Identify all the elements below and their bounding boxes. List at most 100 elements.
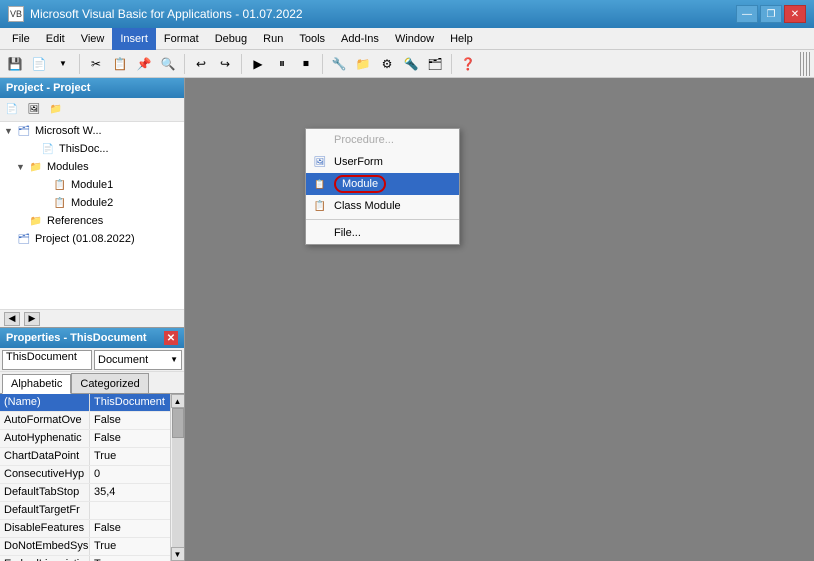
tree-label-references: References	[47, 215, 103, 227]
toolbar-run-btn[interactable]: ▶	[247, 53, 269, 75]
tree-item-project2[interactable]: 🗂 Project (01.08.2022)	[0, 230, 184, 248]
tree-item-thisdoc[interactable]: 📄 ThisDoc...	[0, 140, 184, 158]
properties-type-dropdown-arrow[interactable]: ▼	[170, 355, 178, 364]
toolbar-design-btn[interactable]: 🔧	[328, 53, 350, 75]
toolbar-props-btn[interactable]: ⚙	[376, 53, 398, 75]
toolbar-insert-btn[interactable]: 📄	[28, 53, 50, 75]
properties-close-button[interactable]: ✕	[164, 331, 178, 345]
menu-window[interactable]: Window	[387, 28, 442, 50]
menu-format[interactable]: Format	[156, 28, 207, 50]
props-row-defaulttarget[interactable]: DefaultTargetFr	[0, 502, 170, 520]
scrollbar-up-btn[interactable]: ▲	[171, 394, 185, 408]
menu-help[interactable]: Help	[442, 28, 481, 50]
insert-menu-file[interactable]: File...	[306, 222, 459, 244]
restore-button[interactable]: ❐	[760, 5, 782, 23]
project-panel: Project - Project 📄 🖼 📁 ▼ 🗂 Microsoft W.…	[0, 78, 184, 328]
insert-menu-userform[interactable]: 🖼 UserForm	[306, 151, 459, 173]
properties-object-selector: ThisDocument Document ▼	[0, 348, 184, 372]
toolbar-drop-btn[interactable]: ▼	[52, 53, 74, 75]
props-row-name[interactable]: (Name) ThisDocument	[0, 394, 170, 412]
toolbar-new-btn[interactable]: 💾	[4, 53, 26, 75]
props-row-defaulttab[interactable]: DefaultTabStop 35,4	[0, 484, 170, 502]
toolbar-find2-btn[interactable]: 🔦	[400, 53, 422, 75]
menu-run[interactable]: Run	[255, 28, 291, 50]
props-row-autoformat[interactable]: AutoFormatOve False	[0, 412, 170, 430]
tree-scroll-right[interactable]: ▶	[24, 312, 40, 326]
toolbar-pause-btn[interactable]: ⏸	[271, 53, 293, 75]
tab-alphabetic[interactable]: Alphabetic	[2, 374, 71, 394]
toolbar-paste-btn[interactable]: 📌	[133, 53, 155, 75]
toolbar-help-btn[interactable]: ❓	[457, 53, 479, 75]
properties-content: (Name) ThisDocument AutoFormatOve False …	[0, 394, 184, 561]
tree-item-module1[interactable]: 📋 Module1	[0, 176, 184, 194]
toolbar-undo-btn[interactable]: ↩	[190, 53, 212, 75]
menu-addins[interactable]: Add-Ins	[333, 28, 387, 50]
props-val-disablefeature: False	[90, 520, 170, 537]
scrollbar-track[interactable]	[172, 408, 184, 547]
tree-item-references[interactable]: 📁 References	[0, 212, 184, 230]
toolbar-sep2	[184, 54, 185, 74]
properties-scrollbar[interactable]: ▲ ▼	[170, 394, 184, 561]
main-area: Procedure... 🖼 UserForm 📋 Module 📋 Class…	[185, 78, 814, 561]
menu-insert[interactable]: Insert	[112, 28, 156, 50]
tree-icon-msword: 🗂	[16, 123, 32, 139]
props-row-chartdata[interactable]: ChartDataPoint True	[0, 448, 170, 466]
props-key-defaulttab: DefaultTabStop	[0, 484, 90, 501]
properties-rows: (Name) ThisDocument AutoFormatOve False …	[0, 394, 170, 561]
scrollbar-thumb[interactable]	[172, 408, 184, 438]
properties-tabs: Alphabetic Categorized	[0, 372, 184, 394]
toolbar-obj-btn[interactable]: 🗂	[424, 53, 446, 75]
menu-tools[interactable]: Tools	[291, 28, 333, 50]
properties-panel: Properties - ThisDocument ✕ ThisDocument…	[0, 328, 184, 561]
properties-object-name[interactable]: ThisDocument	[2, 350, 92, 370]
props-row-disablefeature[interactable]: DisableFeatures False	[0, 520, 170, 538]
props-row-autohyphen[interactable]: AutoHyphenatic False	[0, 430, 170, 448]
toolbar-find-btn[interactable]: 🔍	[157, 53, 179, 75]
props-key-autohyphen: AutoHyphenatic	[0, 430, 90, 447]
menu-file[interactable]: File	[4, 28, 38, 50]
insert-menu-classmodule[interactable]: 📋 Class Module	[306, 195, 459, 217]
tree-label-project2: Project (01.08.2022)	[35, 233, 135, 245]
toolbar-stop-btn[interactable]: ⏹	[295, 53, 317, 75]
tab-categorized[interactable]: Categorized	[71, 373, 148, 393]
title-bar: VB Microsoft Visual Basic for Applicatio…	[0, 0, 814, 28]
tree-label-msword: Microsoft W...	[35, 125, 102, 137]
menu-view[interactable]: View	[73, 28, 113, 50]
insert-menu-procedure[interactable]: Procedure...	[306, 129, 459, 151]
props-val-dontembed: True	[90, 538, 170, 555]
props-row-embedling[interactable]: EmbedLinguistic True	[0, 556, 170, 561]
scrollbar-down-btn[interactable]: ▼	[171, 547, 185, 561]
procedure-icon	[312, 132, 328, 148]
project-view-obj-btn[interactable]: 🖼	[24, 100, 44, 120]
tree-item-modules[interactable]: ▼ 📁 Modules	[0, 158, 184, 176]
props-key-disablefeature: DisableFeatures	[0, 520, 90, 537]
tree-scroll-left[interactable]: ◀	[4, 312, 20, 326]
props-val-autoformat: False	[90, 412, 170, 429]
menu-edit[interactable]: Edit	[38, 28, 73, 50]
menu-debug[interactable]: Debug	[207, 28, 255, 50]
toolbar-cut-btn[interactable]: ✂	[85, 53, 107, 75]
tree-icon-module1: 📋	[52, 177, 68, 193]
toolbar-resize-handle[interactable]	[800, 52, 810, 76]
tree-item-module2[interactable]: 📋 Module2	[0, 194, 184, 212]
project-title-text: Project - Project	[6, 82, 90, 94]
insert-dropdown-menu: Procedure... 🖼 UserForm 📋 Module 📋 Class…	[305, 128, 460, 245]
insert-menu-module[interactable]: 📋 Module	[306, 173, 459, 195]
minimize-button[interactable]: —	[736, 5, 758, 23]
props-row-consecutive[interactable]: ConsecutiveHyp 0	[0, 466, 170, 484]
tree-item-msword[interactable]: ▼ 🗂 Microsoft W...	[0, 122, 184, 140]
toolbar-proj-btn[interactable]: 📁	[352, 53, 374, 75]
close-button[interactable]: ✕	[784, 5, 806, 23]
tree-icon-modules: 📁	[28, 159, 44, 175]
toolbar-copy-btn[interactable]: 📋	[109, 53, 131, 75]
project-view-code-btn[interactable]: 📄	[2, 100, 22, 120]
toolbar-redo-btn[interactable]: ↪	[214, 53, 236, 75]
props-row-dontembed[interactable]: DoNotEmbedSys True	[0, 538, 170, 556]
project-panel-toolbar: 📄 🖼 📁	[0, 98, 184, 122]
props-val-chartdata: True	[90, 448, 170, 465]
props-val-autohyphen: False	[90, 430, 170, 447]
props-key-defaulttarget: DefaultTargetFr	[0, 502, 90, 519]
left-panel: Project - Project 📄 🖼 📁 ▼ 🗂 Microsoft W.…	[0, 78, 185, 561]
properties-object-type[interactable]: Document ▼	[94, 350, 182, 370]
project-toggle-folders-btn[interactable]: 📁	[46, 100, 66, 120]
